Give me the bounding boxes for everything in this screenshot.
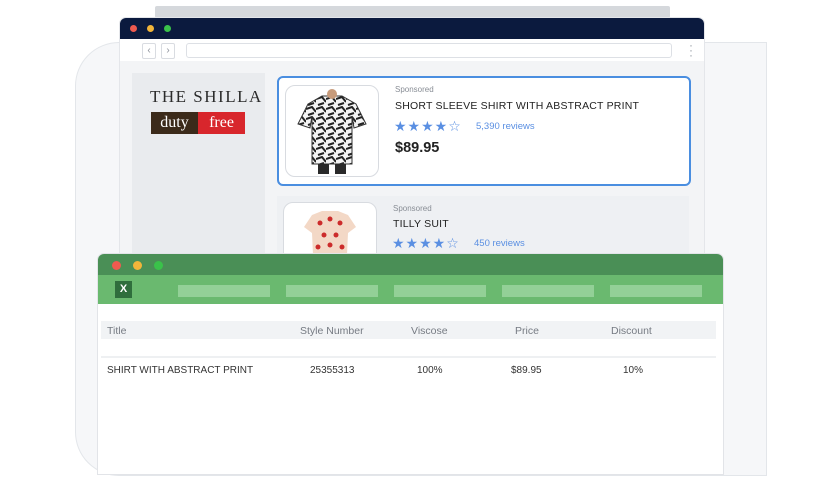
brand-logo-badge: duty free (151, 112, 247, 134)
reviews-link[interactable]: 450 reviews (474, 238, 525, 249)
cell-discount[interactable]: 10% (623, 365, 643, 376)
browser-toolbar: ‹ › · · · (120, 39, 704, 61)
reviews-link[interactable]: 5,390 reviews (476, 121, 535, 132)
cell-price[interactable]: $89.95 (511, 365, 542, 376)
brand-logo-title: THE SHILLA (150, 87, 263, 106)
more-menu-icon[interactable]: · · · (689, 39, 693, 61)
product-card-selected[interactable]: Sponsored SHORT SLEEVE SHIRT WITH ABSTRA… (277, 76, 691, 186)
product-title[interactable]: SHORT SLEEVE SHIRT WITH ABSTRACT PRINT (395, 100, 639, 112)
ribbon-tab[interactable] (286, 285, 378, 297)
sponsored-label: Sponsored (395, 85, 434, 94)
minimize-dot-icon[interactable] (147, 25, 154, 32)
product-price: $89.95 (395, 140, 440, 156)
ribbon-tab[interactable] (394, 285, 486, 297)
column-header-title[interactable]: Title (107, 325, 126, 337)
minimize-dot-icon[interactable] (133, 261, 142, 270)
product-title[interactable]: TILLY SUIT (393, 218, 449, 230)
maximize-dot-icon[interactable] (154, 261, 163, 270)
column-header-style-number[interactable]: Style Number (300, 325, 364, 337)
sponsored-label: Sponsored (393, 204, 432, 213)
excel-icon: X (115, 281, 132, 298)
ribbon-tab[interactable] (610, 285, 702, 297)
close-dot-icon[interactable] (112, 261, 121, 270)
column-header-viscose[interactable]: Viscose (411, 325, 448, 337)
brand-logo-free: free (198, 112, 245, 134)
brand-logo-panel: THE SHILLA duty free (132, 73, 265, 263)
back-button[interactable]: ‹ (142, 43, 156, 59)
page-content: THE SHILLA duty free Sponsored SHORT SLE… (120, 61, 704, 263)
cell-viscose[interactable]: 100% (417, 365, 443, 376)
browser-window: ‹ › · · · THE SHILLA duty free Sponsored… (120, 18, 704, 263)
spreadsheet-titlebar (98, 254, 723, 275)
product-image-shirt[interactable] (285, 85, 379, 177)
column-header-discount[interactable]: Discount (611, 325, 652, 337)
column-header-price[interactable]: Price (515, 325, 539, 337)
spreadsheet-window: X Title Style Number Viscose Price Disco… (98, 254, 723, 474)
spreadsheet-ribbon: X (98, 275, 723, 304)
product-card[interactable]: Sponsored TILLY SUIT ★★★★☆ 450 reviews (277, 196, 689, 263)
background-window-ghost (155, 6, 670, 18)
row-divider (101, 356, 716, 358)
brand-logo-duty: duty (151, 112, 198, 134)
ribbon-tab[interactable] (178, 285, 270, 297)
forward-button[interactable]: › (161, 43, 175, 59)
rating-stars: ★★★★☆ (392, 235, 460, 251)
spreadsheet-grid: Title Style Number Viscose Price Discoun… (98, 304, 723, 474)
rating-stars: ★★★★☆ (394, 118, 462, 134)
cell-style-number[interactable]: 25355313 (310, 365, 355, 376)
browser-titlebar (120, 18, 704, 39)
cell-title[interactable]: SHIRT WITH ABSTRACT PRINT (107, 365, 253, 376)
shirt-icon (297, 89, 367, 174)
maximize-dot-icon[interactable] (164, 25, 171, 32)
ribbon-tab[interactable] (502, 285, 594, 297)
address-bar[interactable] (186, 43, 672, 58)
close-dot-icon[interactable] (130, 25, 137, 32)
